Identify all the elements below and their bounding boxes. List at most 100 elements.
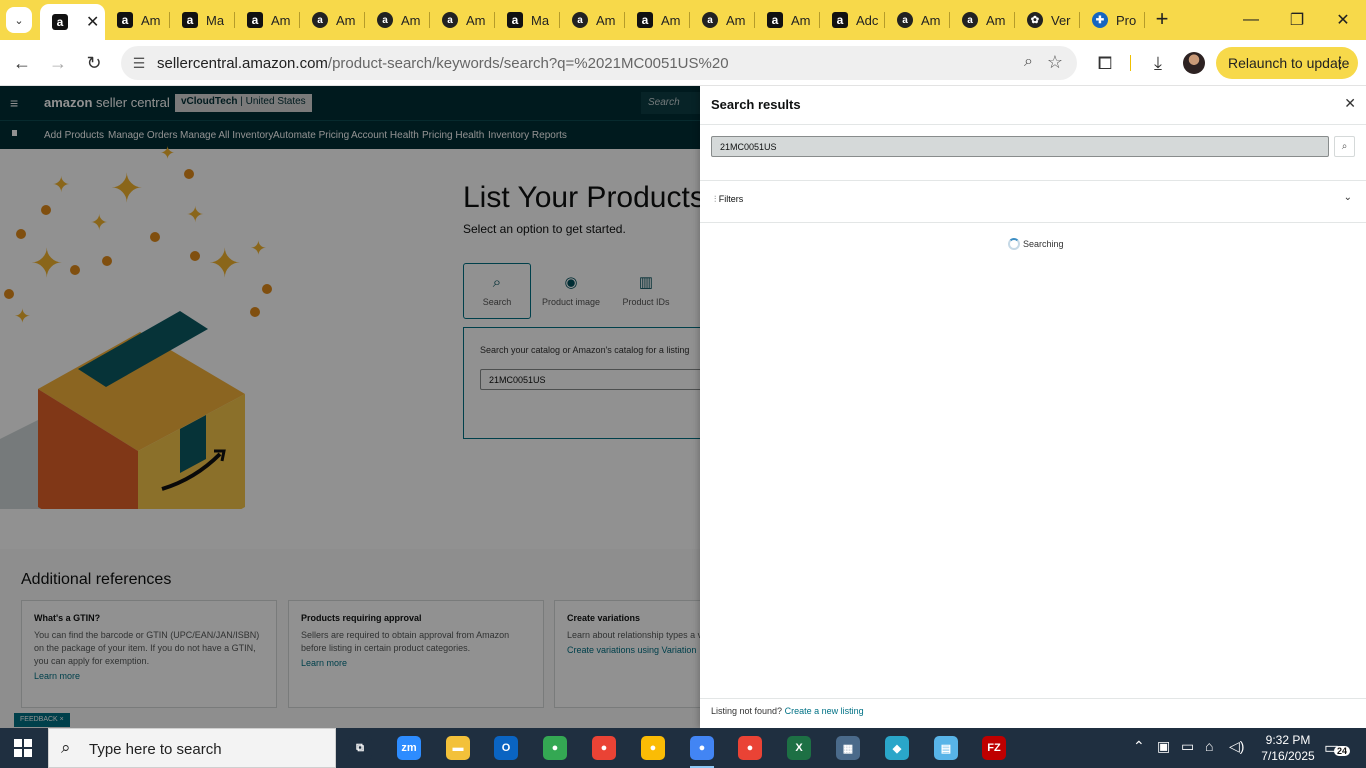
tab-label: Am	[141, 12, 161, 28]
create-new-listing-link[interactable]: Create a new listing	[785, 706, 864, 716]
battery-icon[interactable]: ▭	[1181, 738, 1194, 755]
file-explorer-icon[interactable]: ▬	[438, 732, 478, 764]
bookmark-star-icon[interactable]: ☆	[1047, 52, 1063, 73]
app-diamond-icon[interactable]: ◆	[877, 732, 917, 764]
site-info-icon[interactable]: ☰	[129, 53, 149, 73]
taskbar-clock[interactable]: 9:32 PM 7/16/2025	[1256, 732, 1320, 764]
chrome-icon[interactable]: ●	[633, 732, 673, 764]
notepad-icon[interactable]: ▤	[926, 732, 966, 764]
download-icon[interactable]: ⤓	[1143, 48, 1173, 78]
browser-toolbar: ← → ↻ ☰ sellercentral.amazon.com/product…	[0, 40, 1366, 86]
toolbar-divider	[1130, 55, 1131, 71]
taskbar-search-placeholder: Type here to search	[89, 741, 222, 758]
tab-item[interactable]: a Am	[235, 0, 300, 40]
outlook-icon[interactable]: O	[486, 732, 526, 764]
searching-status: Searching	[1023, 239, 1064, 249]
divider	[700, 180, 1366, 181]
not-found-text: Listing not found?	[711, 706, 783, 716]
new-tab-button[interactable]: +	[1150, 8, 1174, 32]
chevron-down-icon[interactable]: ⌄	[1344, 192, 1352, 203]
restore-icon[interactable]: ❐	[1274, 0, 1320, 40]
tab-item[interactable]: a Am	[950, 0, 1015, 40]
outlook-glyph: O	[494, 736, 518, 760]
amazon-icon: a	[897, 12, 913, 28]
chrome-icon[interactable]: ●	[584, 732, 624, 764]
network-icon[interactable]: ⌂	[1205, 738, 1213, 754]
tab-label: Ma	[531, 12, 550, 28]
tab-item[interactable]: a Am	[755, 0, 820, 40]
forward-arrow-icon[interactable]: →	[43, 48, 73, 78]
reload-icon[interactable]: ↻	[79, 48, 109, 78]
amazon-icon: a	[507, 12, 523, 28]
tab-item[interactable]: a Am	[625, 0, 690, 40]
zoom-icon[interactable]: ⌕	[1024, 53, 1033, 71]
camera-tray-icon[interactable]: ▣	[1157, 738, 1170, 755]
tab-item[interactable]: a Am	[885, 0, 950, 40]
tab-item[interactable]: a Am	[560, 0, 625, 40]
close-icon[interactable]: ✕	[1344, 95, 1356, 112]
tab-item[interactable]: a Am	[365, 0, 430, 40]
notification-count-badge: 24	[1334, 746, 1351, 756]
tab-item[interactable]: a Am	[430, 0, 495, 40]
tab-search-dropdown-icon[interactable]: ⌄	[6, 7, 32, 33]
results-search-input[interactable]: 21MC0051US	[711, 136, 1329, 157]
chrome-icon[interactable]: ●	[535, 732, 575, 764]
extensions-icon[interactable]: ⧠	[1090, 48, 1120, 78]
filter-sliders-icon: ⫶	[714, 194, 717, 204]
zoom-icon[interactable]: zm	[389, 732, 429, 764]
close-window-icon[interactable]: ✕	[1320, 0, 1366, 40]
excel-glyph: X	[787, 736, 811, 760]
more-menu-icon[interactable]: ⋮	[1332, 53, 1348, 73]
excel-icon[interactable]: X	[779, 732, 819, 764]
chrome-glyph: ●	[543, 736, 567, 760]
filezilla-icon[interactable]: FZ	[974, 732, 1014, 764]
tab-label: Am	[336, 12, 356, 28]
taskbar-search-box[interactable]: ⌕ Type here to search	[48, 728, 336, 768]
tab-label: Am	[986, 12, 1006, 28]
tab-item[interactable]: ✚ Pro	[1080, 0, 1145, 40]
tab-item[interactable]: a Am	[690, 0, 755, 40]
tab-item[interactable]: a Am	[105, 0, 170, 40]
chrome-glyph: ●	[592, 736, 616, 760]
tab-label: Am	[271, 12, 291, 28]
amazon-icon: a	[637, 12, 653, 28]
windows-start-icon[interactable]	[14, 739, 32, 757]
clock-date: 7/16/2025	[1261, 749, 1315, 763]
amazon-icon: a	[702, 12, 718, 28]
seller-central-page: ≡ amazon seller central vCloudTech | Uni…	[0, 86, 1366, 728]
tab-item[interactable]: a Ma	[495, 0, 560, 40]
app-diamond-glyph: ◆	[885, 736, 909, 760]
close-tab-icon[interactable]: ✕	[86, 12, 99, 32]
filters-toggle[interactable]: ⫶ Filters	[714, 194, 743, 205]
url-text[interactable]: sellercentral.amazon.com/product-search/…	[157, 55, 729, 72]
relaunch-button[interactable]: Relaunch to update ⋮	[1216, 47, 1358, 79]
url-host: sellercentral.amazon.com	[157, 55, 328, 72]
windows-taskbar: ⌕ Type here to search ⧉ zm ▬ O ● ● ● ● ● X ▦ ◆ ▤ FZ ⌃…	[0, 728, 1366, 768]
profile-avatar[interactable]	[1183, 52, 1205, 74]
task-view-icon[interactable]: ⧉	[340, 732, 380, 764]
tab-separator	[1144, 12, 1145, 28]
divider	[700, 124, 1366, 125]
tab-label: Am	[791, 12, 811, 28]
amazon-icon: a	[572, 12, 588, 28]
notification-center-icon[interactable]: ▭ 24	[1324, 738, 1351, 758]
tab-item[interactable]: a Adc	[820, 0, 885, 40]
address-bar[interactable]: ☰ sellercentral.amazon.com/product-searc…	[121, 46, 1077, 80]
globe-icon: ✚	[1092, 12, 1108, 28]
chevron-up-icon[interactable]: ⌃	[1133, 738, 1145, 755]
volume-icon[interactable]: ◁)	[1229, 738, 1244, 755]
drawer-title: Search results	[711, 97, 801, 112]
listing-not-found-footer: Listing not found? Create a new listing	[711, 706, 864, 716]
tab-label: Ma	[206, 12, 225, 28]
tab-item[interactable]: ✿ Ver	[1015, 0, 1080, 40]
minimize-icon[interactable]: —	[1228, 0, 1274, 40]
chrome-icon[interactable]: ●	[730, 732, 770, 764]
chrome-icon[interactable]: ●	[682, 732, 722, 768]
modal-backdrop[interactable]	[0, 86, 700, 728]
calculator-icon[interactable]: ▦	[828, 732, 868, 764]
tab-item[interactable]: a Am	[300, 0, 365, 40]
back-arrow-icon[interactable]: ←	[7, 48, 37, 78]
tab-active[interactable]: a ✕	[40, 4, 105, 40]
results-search-button[interactable]: ⌕	[1334, 136, 1355, 157]
tab-item[interactable]: a Ma	[170, 0, 235, 40]
